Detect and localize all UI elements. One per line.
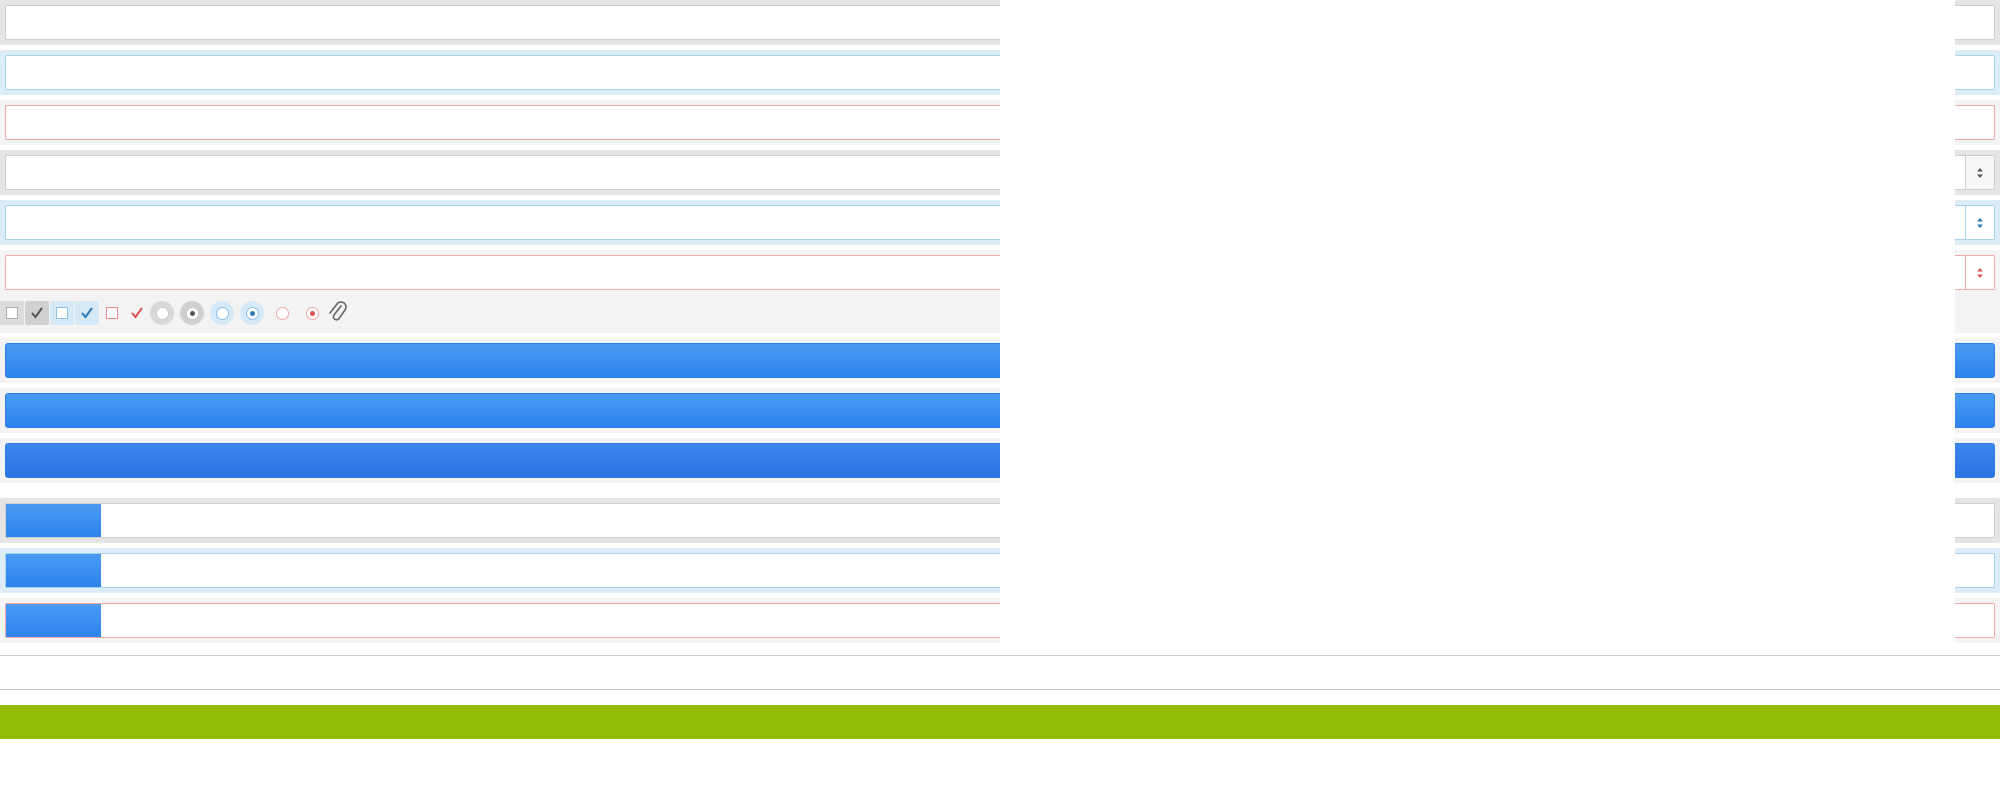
paperclip-icon[interactable] <box>328 301 348 325</box>
checkbox-info-checked[interactable] <box>75 301 99 325</box>
browse-button[interactable] <box>6 504 101 537</box>
updown-arrow-icon[interactable] <box>1965 256 1994 289</box>
browse-button[interactable] <box>6 604 101 637</box>
updown-arrow-icon[interactable] <box>1965 206 1994 239</box>
browse-button[interactable] <box>6 554 101 587</box>
radio-info-checked[interactable] <box>240 301 264 325</box>
divider <box>0 689 2000 690</box>
checkbox-error-checked[interactable] <box>125 301 149 325</box>
checkmark-icon <box>81 307 93 319</box>
checkbox-default-checked[interactable] <box>25 301 49 325</box>
checkbox-default-unchecked[interactable] <box>0 301 24 325</box>
radio-default-checked[interactable] <box>180 301 204 325</box>
blank-overlay-panel <box>1000 0 1955 652</box>
divider <box>0 655 2000 656</box>
radio-error-checked[interactable] <box>300 301 324 325</box>
checkmark-icon <box>31 307 43 319</box>
radio-info-unchecked[interactable] <box>210 301 234 325</box>
footer-green-bar <box>0 705 2000 739</box>
updown-arrow-icon[interactable] <box>1965 156 1994 189</box>
checkmark-icon <box>131 307 143 319</box>
checkbox-info-unchecked[interactable] <box>50 301 74 325</box>
checkbox-error-unchecked[interactable] <box>100 301 124 325</box>
radio-error-unchecked[interactable] <box>270 301 294 325</box>
radio-default-unchecked[interactable] <box>150 301 174 325</box>
